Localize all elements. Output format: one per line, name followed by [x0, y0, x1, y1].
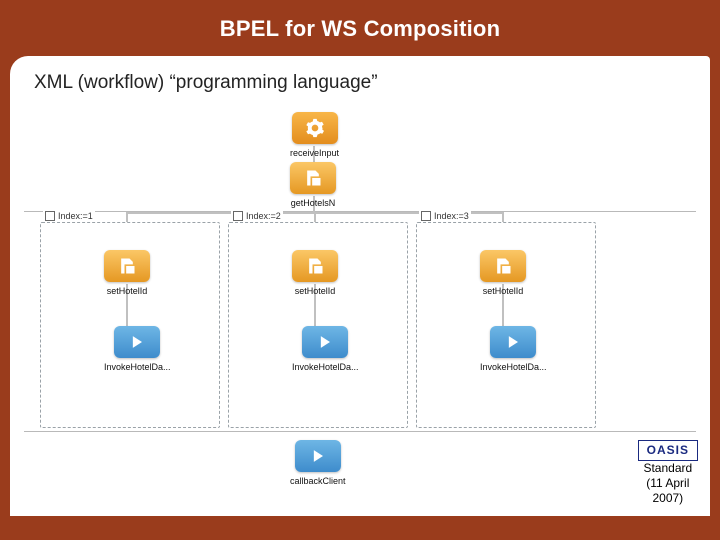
node-label: setHotelId	[483, 286, 524, 296]
invoke-icon	[490, 326, 536, 358]
oasis-badge: OASIS Standard (11 April 2007)	[638, 438, 698, 506]
invoke-icon	[295, 440, 341, 472]
receive-icon	[292, 112, 338, 144]
page-title: BPEL for WS Composition	[0, 16, 720, 42]
node-label: InvokeHotelDa...	[104, 362, 171, 372]
lane-header-label: Index:=2	[246, 211, 281, 221]
receive-node[interactable]: receiveInput	[290, 112, 339, 158]
lane-header-label: Index:=1	[58, 211, 93, 221]
invoke-node[interactable]: InvokeHotelDa...	[104, 326, 171, 372]
lane-header: Index:=2	[231, 211, 283, 221]
title-bar: BPEL for WS Composition	[0, 0, 720, 50]
connector	[314, 212, 316, 222]
assign-icon	[290, 162, 336, 194]
lane-header: Index:=3	[419, 211, 471, 221]
invoke-icon	[114, 326, 160, 358]
assign-icon	[104, 250, 150, 282]
node-label: InvokeHotelDa...	[292, 362, 359, 372]
oasis-line1: Standard	[638, 461, 698, 476]
lane-header-label: Index:=3	[434, 211, 469, 221]
expand-toggle-icon[interactable]	[421, 211, 431, 221]
node-label: setHotelId	[295, 286, 336, 296]
content-panel: XML (workflow) “programming language” In…	[10, 56, 710, 516]
lane-header: Index:=1	[43, 211, 95, 221]
workflow-editor: Index:=1 Index:=2 Index:=3 receiveInput get…	[18, 106, 702, 486]
expand-toggle-icon[interactable]	[233, 211, 243, 221]
assign-node[interactable]: getHotelsN	[290, 162, 336, 208]
node-label: receiveInput	[290, 148, 339, 158]
invoke-node[interactable]: InvokeHotelDa...	[480, 326, 547, 372]
assign-node[interactable]: setHotelId	[104, 250, 150, 296]
node-label: InvokeHotelDa...	[480, 362, 547, 372]
assign-node[interactable]: setHotelId	[480, 250, 526, 296]
invoke-node[interactable]: callbackClient	[290, 440, 346, 486]
connector	[502, 212, 504, 222]
invoke-node[interactable]: InvokeHotelDa...	[292, 326, 359, 372]
assign-icon	[292, 250, 338, 282]
oasis-line2: (11 April	[638, 476, 698, 491]
subtitle: XML (workflow) “programming language”	[10, 56, 710, 102]
assign-node[interactable]: setHotelId	[292, 250, 338, 296]
expand-toggle-icon[interactable]	[45, 211, 55, 221]
separator	[24, 431, 696, 432]
invoke-icon	[302, 326, 348, 358]
assign-icon	[480, 250, 526, 282]
node-label: setHotelId	[107, 286, 148, 296]
oasis-logo: OASIS	[638, 440, 698, 461]
node-label: getHotelsN	[291, 198, 336, 208]
connector	[126, 212, 128, 222]
node-label: callbackClient	[290, 476, 346, 486]
oasis-line3: 2007)	[638, 491, 698, 506]
